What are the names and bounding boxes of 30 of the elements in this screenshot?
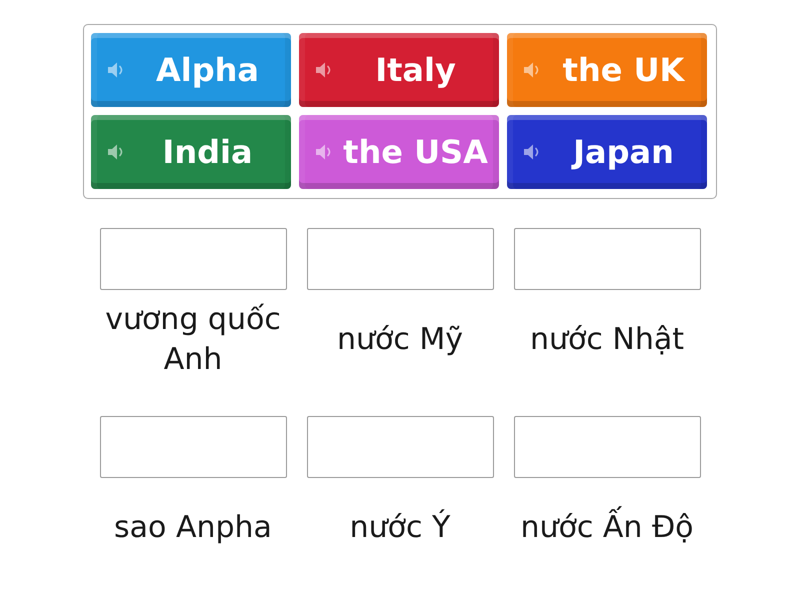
answer-label: nước Ấn Độ [520, 508, 694, 548]
answer-box[interactable] [306, 228, 494, 290]
speaker-icon[interactable] [107, 142, 124, 162]
speaker-icon[interactable] [523, 60, 540, 80]
answer-box[interactable] [100, 228, 286, 290]
tile-label: Alpha [156, 51, 259, 89]
answer-box[interactable] [100, 416, 286, 478]
answer-label: nước Nhật [530, 321, 684, 359]
answer-label: nước Mỹ [336, 321, 464, 359]
speaker-icon[interactable] [315, 142, 332, 162]
answer-box[interactable] [514, 416, 700, 478]
speaker-icon[interactable] [315, 60, 332, 80]
answer-label: vương quốc Anh [104, 301, 282, 379]
answer-box[interactable] [306, 416, 494, 478]
word-tile[interactable]: Alpha [91, 33, 291, 107]
word-tile[interactable]: India [91, 115, 291, 189]
answer-label: nước Ý [350, 508, 450, 547]
tile-label: the USA [343, 133, 488, 171]
answer-label: sao Anpha [114, 509, 272, 547]
word-tile[interactable]: Italy [299, 33, 499, 107]
speaker-icon[interactable] [523, 142, 540, 162]
tile-label: the UK [562, 51, 684, 89]
word-tile[interactable]: the USA [299, 115, 499, 189]
tile-label: Japan [573, 133, 674, 171]
tile-label: Italy [375, 51, 456, 89]
speaker-icon[interactable] [107, 60, 124, 80]
word-tile[interactable]: the UK [507, 33, 707, 107]
answer-box[interactable] [514, 228, 700, 290]
tile-label: India [162, 133, 253, 171]
word-tile[interactable]: Japan [507, 115, 707, 189]
